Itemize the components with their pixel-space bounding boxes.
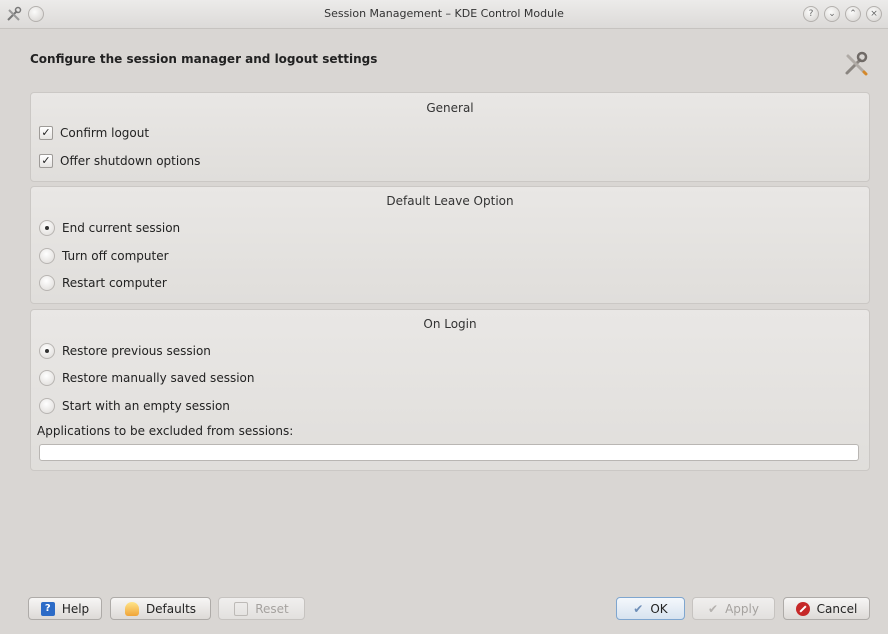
window-controls: ? ⌄ ⌃ × xyxy=(803,6,882,22)
restore-manual-label: Restore manually saved session xyxy=(62,371,255,385)
apply-button[interactable]: ✔ Apply xyxy=(692,597,775,620)
reset-button-label: Reset xyxy=(255,601,289,616)
help-icon[interactable]: ? xyxy=(803,6,819,22)
empty-session-radio[interactable]: Start with an empty session xyxy=(39,398,230,414)
defaults-icon xyxy=(124,601,139,616)
cancel-icon xyxy=(795,601,810,616)
turn-off-radio[interactable]: Turn off computer xyxy=(39,248,169,264)
minimize-icon[interactable]: ⌄ xyxy=(824,6,840,22)
general-group-title: General xyxy=(426,101,474,115)
reset-button[interactable]: Reset xyxy=(218,597,305,620)
end-session-label: End current session xyxy=(62,221,181,235)
window-title: Session Management – KDE Control Module xyxy=(324,7,564,20)
turn-off-label: Turn off computer xyxy=(62,249,169,263)
help-button[interactable]: ? Help xyxy=(28,597,102,620)
help-button-label: Help xyxy=(61,601,90,616)
restore-manual-radio[interactable]: Restore manually saved session xyxy=(39,370,254,386)
restart-label: Restart computer xyxy=(62,276,167,290)
ok-check-icon: ✔ xyxy=(633,601,644,616)
page-title: Configure the session manager and logout… xyxy=(30,52,378,66)
ok-button[interactable]: ✔ OK xyxy=(616,597,685,620)
restore-previous-label: Restore previous session xyxy=(62,344,211,358)
cancel-button-label: Cancel xyxy=(816,601,858,616)
ok-button-label: OK xyxy=(650,601,668,616)
default-leave-group: Default Leave Option End current session… xyxy=(30,186,870,304)
empty-session-label: Start with an empty session xyxy=(62,399,230,413)
defaults-button[interactable]: Defaults xyxy=(110,597,211,620)
excluded-apps-input[interactable] xyxy=(39,444,859,461)
general-group: General ✓ Confirm logout ✓ Offer shutdow… xyxy=(30,92,870,182)
reset-icon xyxy=(234,601,249,616)
radio-icon[interactable] xyxy=(39,370,55,386)
on-login-title: On Login xyxy=(423,317,477,331)
radio-icon[interactable] xyxy=(39,248,55,264)
cancel-button[interactable]: Cancel xyxy=(783,597,870,620)
close-icon[interactable]: × xyxy=(866,6,882,22)
end-session-radio[interactable]: End current session xyxy=(39,220,180,236)
radio-selected-icon[interactable] xyxy=(39,220,55,236)
defaults-button-label: Defaults xyxy=(145,601,197,616)
radio-selected-icon[interactable] xyxy=(39,343,55,359)
checkmark-icon[interactable]: ✓ xyxy=(39,126,53,140)
apply-button-label: Apply xyxy=(725,601,759,616)
excluded-apps-label: Applications to be excluded from session… xyxy=(37,424,294,438)
title-bar: Session Management – KDE Control Module … xyxy=(0,0,888,29)
apply-check-icon: ✔ xyxy=(708,601,719,616)
radio-icon[interactable] xyxy=(39,275,55,291)
checkmark-icon[interactable]: ✓ xyxy=(39,154,53,168)
offer-shutdown-label: Offer shutdown options xyxy=(60,154,201,168)
offer-shutdown-checkbox[interactable]: ✓ Offer shutdown options xyxy=(39,154,200,168)
restart-radio[interactable]: Restart computer xyxy=(39,275,167,291)
radio-icon[interactable] xyxy=(39,398,55,414)
restore-previous-radio[interactable]: Restore previous session xyxy=(39,343,211,359)
default-leave-title: Default Leave Option xyxy=(386,194,514,208)
help-book-icon: ? xyxy=(40,601,55,616)
tools-icon xyxy=(843,50,869,79)
confirm-logout-checkbox[interactable]: ✓ Confirm logout xyxy=(39,126,149,140)
on-login-group: On Login Restore previous session Restor… xyxy=(30,309,870,471)
maximize-icon[interactable]: ⌃ xyxy=(845,6,861,22)
confirm-logout-label: Confirm logout xyxy=(60,126,150,140)
